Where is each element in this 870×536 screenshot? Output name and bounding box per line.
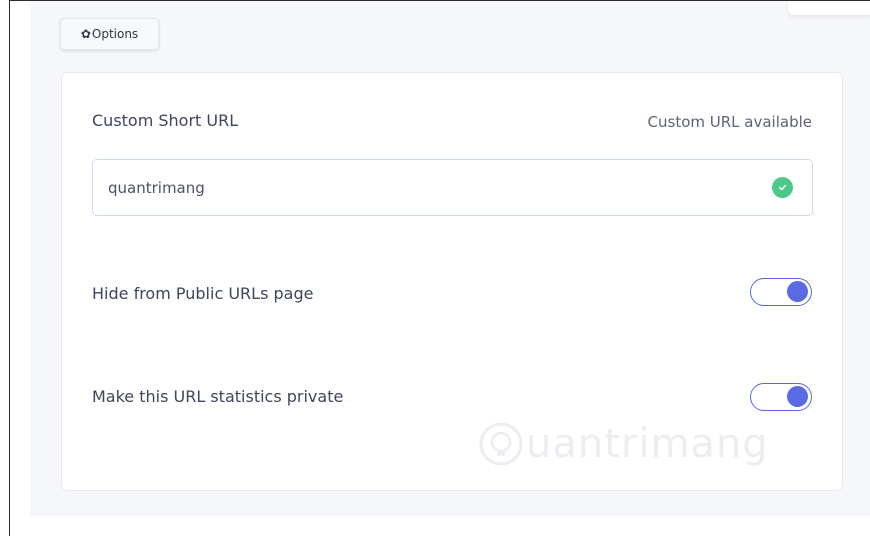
watermark: uantrimang [478,421,769,467]
hide-public-label: Hide from Public URLs page [92,284,314,303]
options-button-label: Options [91,27,139,41]
custom-short-url-label: Custom Short URL [92,111,239,130]
private-stats-toggle[interactable] [750,383,812,411]
custom-url-value: quantrimang [108,178,205,197]
app-window: ✿ Options Custom Short URL Custom URL av… [10,1,870,536]
top-right-tab[interactable] [788,1,870,15]
toggle-knob [787,386,808,407]
custom-url-input[interactable]: quantrimang [92,159,813,216]
options-button[interactable]: ✿ Options [60,18,159,50]
bulb-logo-icon [479,422,523,466]
toggle-knob [787,281,808,302]
url-availability-status: Custom URL available [647,113,812,131]
hide-public-toggle[interactable] [750,278,812,306]
watermark-text: uantrimang [526,421,769,467]
check-icon [772,177,793,198]
options-card: Custom Short URL Custom URL available qu… [61,72,843,491]
private-stats-label: Make this URL statistics private [92,387,344,406]
gear-icon: ✿ [80,27,91,41]
